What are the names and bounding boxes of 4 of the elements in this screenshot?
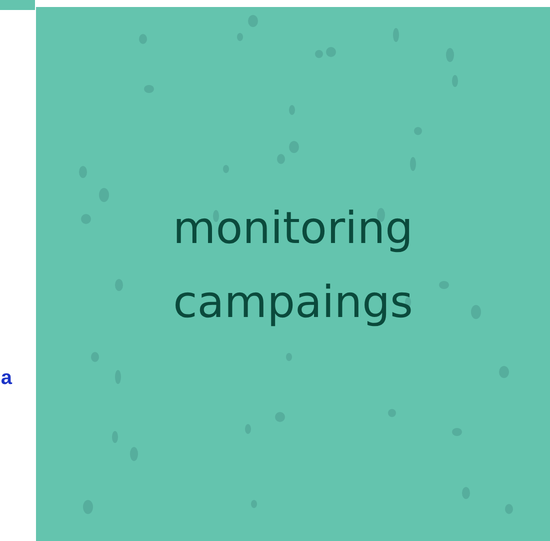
- card-edge: [0, 0, 35, 10]
- tile-title: monitoring campaings: [172, 202, 414, 330]
- link[interactable]: a: [0, 367, 12, 390]
- campaign-tile[interactable]: monitoring campaings: [36, 7, 550, 541]
